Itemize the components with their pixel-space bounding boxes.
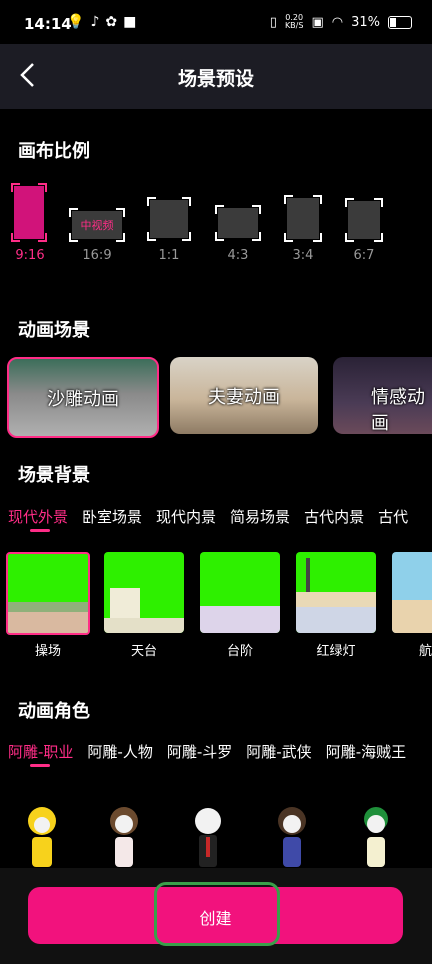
ratio-frame bbox=[215, 205, 261, 241]
tab-one-piece[interactable]: 阿雕-海贼王 bbox=[326, 741, 406, 762]
highlight-outline bbox=[154, 882, 280, 946]
ratio-section-title: 画布比例 bbox=[18, 141, 90, 162]
page-title: 场景预设 bbox=[177, 68, 254, 90]
ratio-label: 4:3 bbox=[227, 248, 249, 263]
tab-people[interactable]: 阿雕-人物 bbox=[87, 741, 152, 762]
wifi-icon: ◠ bbox=[331, 14, 344, 30]
ratio-option-9-16[interactable]: 9:16 bbox=[2, 182, 58, 263]
background-section-title: 场景背景 bbox=[18, 465, 90, 486]
character-cook[interactable] bbox=[358, 805, 394, 867]
ratio-frame bbox=[284, 195, 322, 242]
vibrate-icon: ▯ bbox=[269, 14, 277, 30]
square-icon: ■ bbox=[123, 14, 137, 30]
tiktok-icon: ♪ bbox=[90, 14, 100, 30]
tab-career[interactable]: 阿雕-职业 bbox=[8, 741, 73, 762]
tab-indicator bbox=[30, 529, 50, 532]
scene-card-couple[interactable]: 夫妻动画 bbox=[170, 357, 318, 434]
ratio-label: 1:1 bbox=[158, 248, 180, 263]
character-woman[interactable] bbox=[106, 805, 142, 867]
tab-simple[interactable]: 简易场景 bbox=[230, 506, 290, 527]
ratio-label: 16:9 bbox=[82, 248, 112, 263]
ratio-label: 3:4 bbox=[292, 248, 314, 263]
background-label: 天台 bbox=[130, 644, 157, 659]
ratio-label: 9:16 bbox=[15, 248, 45, 263]
background-tabs: 现代外景 卧室场景 现代内景 简易场景 古代内景 古代 bbox=[8, 506, 408, 527]
background-card-steps[interactable] bbox=[200, 552, 280, 633]
scene-card-label: 沙雕动画 bbox=[47, 389, 119, 410]
character-section-title: 动画角色 bbox=[18, 701, 90, 722]
character-office-woman[interactable] bbox=[274, 805, 310, 867]
tab-douluo[interactable]: 阿雕-斗罗 bbox=[167, 741, 232, 762]
ratio-frame bbox=[147, 197, 191, 241]
flower-icon: ✿ bbox=[105, 14, 118, 30]
character-delivery[interactable] bbox=[24, 805, 60, 867]
scene-card-label: 情感动画 bbox=[371, 387, 425, 434]
ratio-label: 6:7 bbox=[353, 248, 375, 263]
battery-icon bbox=[388, 15, 412, 29]
lightbulb-icon: 💡 bbox=[67, 14, 85, 30]
ratio-option-6-7[interactable]: 6:7 bbox=[336, 182, 392, 263]
ratio-option-16-9[interactable]: 中视频 16:9 bbox=[69, 182, 125, 263]
system-icons: ▯ 0.20 KB/S ▣ ◠ 31% bbox=[270, 14, 412, 30]
tab-modern-interior[interactable]: 现代内景 bbox=[156, 506, 216, 527]
nfc-icon: ▣ bbox=[311, 14, 324, 30]
character-businessman[interactable] bbox=[190, 805, 226, 867]
scene-card-shadiao[interactable]: 沙雕动画 bbox=[7, 357, 159, 438]
tab-ancient-interior[interactable]: 古代内景 bbox=[304, 506, 364, 527]
scene-card-label: 夫妻动画 bbox=[208, 387, 280, 408]
status-bar: 14:14 💡 ♪ ✿ ■ ▯ 0.20 KB/S ▣ ◠ 31% bbox=[0, 0, 432, 44]
tab-indicator bbox=[30, 764, 50, 767]
background-card-playground[interactable] bbox=[6, 552, 90, 635]
background-card-traffic-light[interactable] bbox=[296, 552, 376, 633]
background-label: 操场 bbox=[34, 644, 61, 659]
ratio-option-4-3[interactable]: 4:3 bbox=[210, 182, 266, 263]
background-label: 台阶 bbox=[226, 644, 253, 659]
ratio-frame: 中视频 bbox=[69, 208, 125, 242]
network-speed: 0.20 KB/S bbox=[284, 13, 304, 30]
background-card-harbor[interactable] bbox=[392, 552, 432, 633]
status-time: 14:14 bbox=[24, 15, 72, 33]
battery-percent: 31% bbox=[351, 14, 380, 30]
character-tabs: 阿雕-职业 阿雕-人物 阿雕-斗罗 阿雕-武侠 阿雕-海贼王 bbox=[8, 741, 406, 762]
background-card-rooftop[interactable] bbox=[104, 552, 184, 633]
ratio-frame bbox=[11, 183, 47, 242]
scene-section-title: 动画场景 bbox=[18, 320, 90, 341]
notification-icons: 💡 ♪ ✿ ■ bbox=[67, 14, 136, 30]
tab-ancient[interactable]: 古代 bbox=[378, 506, 408, 527]
ratio-option-3-4[interactable]: 3:4 bbox=[275, 182, 331, 263]
ratio-frame bbox=[345, 198, 383, 242]
top-bar: 场景预设 bbox=[0, 44, 432, 109]
tab-modern-exterior[interactable]: 现代外景 bbox=[8, 506, 68, 527]
scene-card-emotion[interactable]: 情感动画 bbox=[333, 357, 432, 434]
tab-wuxia[interactable]: 阿雕-武侠 bbox=[246, 741, 311, 762]
background-label: 航 bbox=[418, 644, 432, 659]
tab-bedroom[interactable]: 卧室场景 bbox=[82, 506, 142, 527]
background-label: 红绿灯 bbox=[316, 644, 356, 659]
medium-video-tag: 中视频 bbox=[80, 219, 114, 232]
ratio-option-1-1[interactable]: 1:1 bbox=[141, 182, 197, 263]
